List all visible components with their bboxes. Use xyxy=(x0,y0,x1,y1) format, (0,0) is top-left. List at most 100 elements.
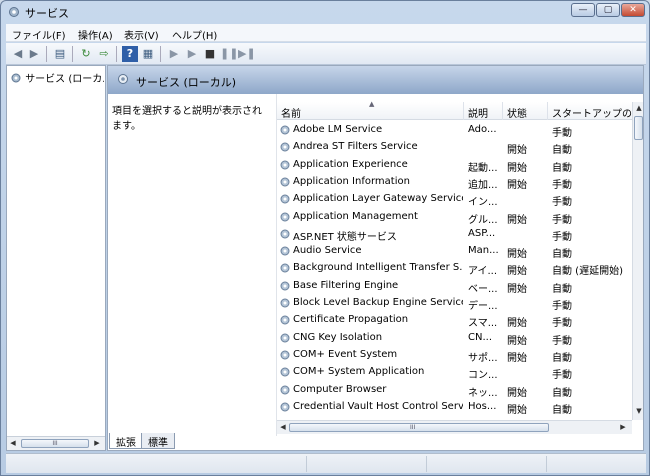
service-gear-icon xyxy=(280,194,290,204)
service-startup-type: 自動 xyxy=(552,352,572,364)
table-row[interactable]: Application Information 追加... 開始 手動 xyxy=(277,174,632,191)
service-description-cell: イン... xyxy=(468,197,498,209)
minimize-button[interactable]: — xyxy=(571,3,595,17)
service-gear-icon xyxy=(280,333,290,343)
maximize-button[interactable]: ▢ xyxy=(596,3,620,17)
service-name: CNG Key Isolation xyxy=(293,331,383,343)
service-description-cell: ネッ... xyxy=(468,387,498,399)
scroll-up-arrow[interactable]: ▲ xyxy=(633,104,643,112)
services-gear-icon xyxy=(11,73,21,83)
service-status: 開始 xyxy=(507,249,527,261)
column-header-description[interactable]: 説明 xyxy=(468,105,488,120)
scroll-thumb[interactable]: III xyxy=(289,423,549,432)
service-description: 項目を選択すると説明が表示されます。 xyxy=(112,106,262,132)
table-row[interactable]: COM+ Event System サポ... 開始 自動 xyxy=(277,347,632,364)
table-row[interactable]: Certificate Propagation スマ... 開始 手動 xyxy=(277,312,632,329)
service-startup-type: 自動 xyxy=(552,404,572,416)
service-name: Computer Browser xyxy=(293,383,387,395)
table-row[interactable]: CNG Key Isolation CN... 開始 手動 xyxy=(277,330,632,347)
service-name: COM+ System Application xyxy=(293,366,425,378)
tab-extended[interactable]: 拡張 xyxy=(109,433,143,449)
toolbar-separator xyxy=(160,46,161,62)
service-name: COM+ Event System xyxy=(293,348,398,360)
service-status: 開始 xyxy=(507,387,527,399)
table-row[interactable]: Computer Browser ネッ... 開始 自動 xyxy=(277,382,632,399)
restart-service-icon[interactable]: ▶❚ xyxy=(238,46,256,62)
start-service-alt-icon[interactable]: ▶ xyxy=(184,46,200,62)
scroll-right-arrow[interactable]: ▶ xyxy=(617,423,629,431)
service-name: Base Filtering Engine xyxy=(293,279,399,291)
service-startup-type: 手動 xyxy=(552,179,572,191)
service-status: 開始 xyxy=(507,352,527,364)
service-startup-type: 自動 xyxy=(552,162,572,174)
title-bar[interactable]: サービス — ▢ ✕ xyxy=(1,1,649,23)
service-gear-icon xyxy=(280,142,290,152)
pause-service-icon[interactable]: ❚❚ xyxy=(220,46,238,62)
menu-file[interactable]: ファイル(F) xyxy=(12,27,66,42)
menu-view[interactable]: 表示(V) xyxy=(124,27,159,42)
service-gear-icon xyxy=(280,402,290,412)
status-bar xyxy=(6,453,646,473)
service-description-cell: グル... xyxy=(468,214,498,226)
service-gear-icon xyxy=(280,350,290,360)
column-header-status[interactable]: 状態 xyxy=(507,105,527,120)
service-gear-icon xyxy=(280,367,290,377)
service-startup-type: 手動 xyxy=(552,231,572,243)
export-icon[interactable]: ⇨ xyxy=(96,46,112,62)
table-row[interactable]: Base Filtering Engine ベー... 開始 自動 xyxy=(277,278,632,295)
table-row[interactable]: ASP.NET 状態サービス ASP... 手動 xyxy=(277,226,632,243)
scroll-right-arrow[interactable]: ▶ xyxy=(91,439,103,447)
service-startup-type: 自動 xyxy=(552,387,572,399)
column-divider[interactable] xyxy=(502,102,503,120)
properties-icon[interactable]: ▦ xyxy=(140,46,156,62)
services-window: サービス — ▢ ✕ ファイル(F) 操作(A) 表示(V) ヘルプ(H) ◀ … xyxy=(0,0,650,476)
service-description-cell: コン... xyxy=(468,370,498,382)
service-startup-type: 手動 xyxy=(552,128,572,139)
scroll-thumb[interactable]: III xyxy=(21,439,89,448)
tree-item-services-local[interactable]: サービス (ローカル) xyxy=(10,70,104,85)
table-row[interactable]: Block Level Backup Engine Service デー... 手動 xyxy=(277,295,632,312)
table-row[interactable]: Application Management グル... 開始 手動 xyxy=(277,209,632,226)
console-tree-icon[interactable]: ▤ xyxy=(52,46,68,62)
scroll-down-arrow[interactable]: ▼ xyxy=(633,407,643,415)
scroll-left-arrow[interactable]: ◀ xyxy=(7,439,19,447)
service-gear-icon xyxy=(280,229,290,239)
column-divider[interactable] xyxy=(547,102,548,120)
service-gear-icon xyxy=(280,125,290,135)
service-description-cell: 追加... xyxy=(468,179,498,191)
scroll-left-arrow[interactable]: ◀ xyxy=(277,423,289,431)
tab-standard[interactable]: 標準 xyxy=(141,433,175,449)
column-divider[interactable] xyxy=(463,102,464,120)
table-row[interactable]: Application Experience 起動... 開始 自動 xyxy=(277,157,632,174)
service-startup-type: 手動 xyxy=(552,214,572,226)
vertical-scrollbar[interactable]: ▲ ▼ xyxy=(632,102,643,420)
menu-help[interactable]: ヘルプ(H) xyxy=(172,27,217,42)
table-row[interactable]: Andrea ST Filters Service 開始 自動 xyxy=(277,139,632,156)
table-row[interactable]: Background Intelligent Transfer S... アイ..… xyxy=(277,260,632,277)
service-description-cell: スマ... xyxy=(468,318,498,330)
horizontal-scrollbar[interactable]: ◀ III ▶ xyxy=(277,420,632,434)
service-name: Credential Vault Host Control Serv... xyxy=(293,400,463,412)
service-startup-type: 手動 xyxy=(552,197,572,209)
console-tree: サービス (ローカル) ◀ III ▶ xyxy=(6,65,106,451)
column-header-name[interactable]: 名前 xyxy=(281,105,301,120)
back-arrow-icon[interactable]: ◀ xyxy=(10,46,26,62)
table-row[interactable]: Audio Service Man... 開始 自動 xyxy=(277,243,632,260)
status-cell xyxy=(546,456,646,472)
help-icon[interactable]: ? xyxy=(122,46,138,62)
table-row[interactable]: Application Layer Gateway Service イン... 手動 xyxy=(277,191,632,208)
column-header-startup[interactable]: スタートアップの種 xyxy=(552,105,632,120)
table-row[interactable]: COM+ System Application コン... 手動 xyxy=(277,364,632,381)
service-startup-type: 自動 (遅延開始) xyxy=(552,266,623,278)
forward-arrow-icon[interactable]: ▶ xyxy=(26,46,42,62)
close-button[interactable]: ✕ xyxy=(621,3,645,17)
table-row[interactable]: Adobe LM Service Ado... 手動 xyxy=(277,122,632,139)
tree-horizontal-scrollbar[interactable]: ◀ III ▶ xyxy=(7,436,105,450)
stop-service-icon[interactable]: ■ xyxy=(202,46,218,62)
table-row[interactable]: Credential Vault Host Control Serv... Hos… xyxy=(277,399,632,416)
refresh-icon[interactable]: ↻ xyxy=(78,46,94,62)
start-service-icon[interactable]: ▶ xyxy=(166,46,182,62)
toolbar-separator xyxy=(116,46,117,62)
menu-action[interactable]: 操作(A) xyxy=(78,27,113,42)
scroll-thumb[interactable] xyxy=(634,116,643,140)
